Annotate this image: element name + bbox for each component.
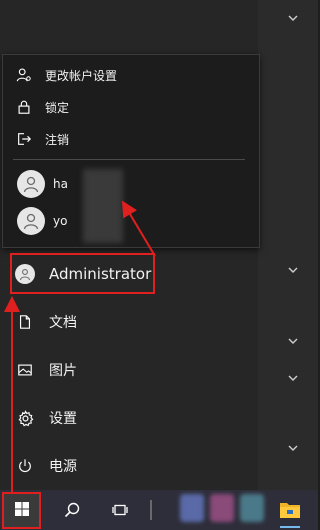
flyout-divider (13, 159, 245, 160)
redacted-taskbar-app[interactable] (240, 494, 264, 522)
search-icon[interactable] (60, 498, 84, 522)
active-app-indicator (280, 526, 300, 528)
document-icon (15, 312, 35, 332)
sign-out-label: 注销 (45, 132, 70, 147)
chevron-down-icon[interactable] (286, 371, 300, 385)
power-label: 电源 (49, 459, 77, 475)
windows-start-icon (14, 501, 30, 521)
lock-item[interactable]: 锁定 (3, 92, 259, 122)
chevron-down-icon[interactable] (286, 263, 300, 277)
lock-icon (15, 98, 33, 116)
redacted-taskbar-app[interactable] (180, 494, 204, 522)
start-menu-tiles-pane (258, 0, 318, 490)
person-settings-icon (15, 66, 33, 84)
user-avatar-icon (17, 207, 45, 235)
pictures-item[interactable]: 图片 (0, 346, 258, 394)
chevron-down-icon[interactable] (286, 11, 300, 25)
redacted-taskbar-app[interactable] (210, 494, 234, 522)
account-flyout: 更改帐户设置 锁定 注销 ha yo (2, 54, 260, 248)
sign-out-item[interactable]: 注销 (3, 124, 259, 154)
annotation-highlight-box (10, 253, 155, 294)
change-account-settings-item[interactable]: 更改帐户设置 (3, 60, 259, 90)
user-avatar-icon (17, 170, 45, 198)
documents-label: 文档 (49, 315, 77, 331)
power-item[interactable]: 电源 (0, 442, 258, 490)
pictures-label: 图片 (49, 363, 77, 379)
redaction-blur (83, 169, 123, 243)
settings-label: 设置 (49, 411, 77, 427)
user-name: ha (53, 177, 68, 191)
task-view-icon[interactable] (108, 498, 132, 522)
change-account-settings-label: 更改帐户设置 (45, 68, 118, 83)
picture-icon (15, 360, 35, 380)
lock-label: 锁定 (45, 100, 70, 115)
gear-icon (15, 408, 35, 428)
switch-user-item[interactable]: yo (3, 203, 259, 239)
user-name: yo (53, 214, 68, 228)
documents-item[interactable]: 文档 (0, 298, 258, 346)
chevron-down-icon[interactable] (286, 441, 300, 455)
power-icon (15, 456, 35, 476)
file-explorer-icon[interactable] (278, 498, 302, 522)
taskbar (0, 490, 318, 530)
taskbar-separator (150, 500, 152, 520)
start-button[interactable] (2, 492, 41, 529)
chevron-down-icon[interactable] (286, 334, 300, 348)
sign-out-icon (15, 130, 33, 148)
settings-item[interactable]: 设置 (0, 394, 258, 442)
switch-user-item[interactable]: ha (3, 166, 259, 202)
